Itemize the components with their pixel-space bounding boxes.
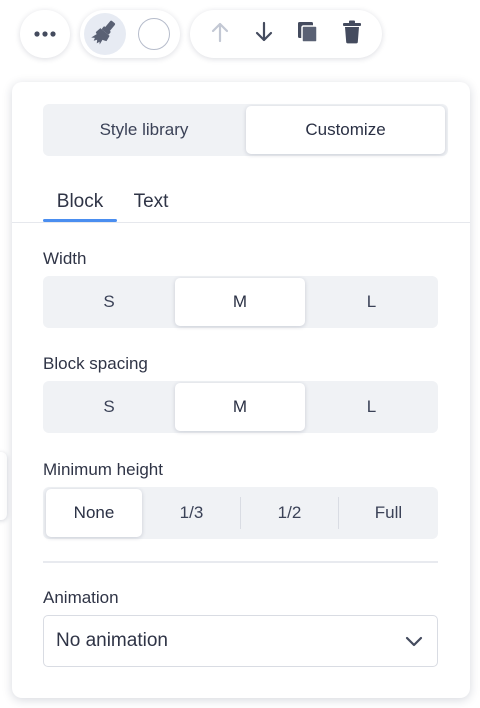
- style-mode-toggle: Style library Customize: [43, 104, 448, 156]
- move-down-button[interactable]: [244, 14, 284, 54]
- more-horizontal-icon: [33, 25, 57, 43]
- animation-select[interactable]: No animation: [43, 615, 438, 667]
- chevron-down-icon: [403, 630, 425, 652]
- minimum-height-option-one-third[interactable]: 1/3: [143, 487, 240, 539]
- minimum-height-option-full[interactable]: Full: [339, 487, 438, 539]
- tab-text[interactable]: Text: [129, 190, 173, 222]
- block-spacing-label: Block spacing: [43, 354, 148, 373]
- side-panel-handle[interactable]: [0, 452, 7, 520]
- block-spacing-option-m[interactable]: M: [175, 383, 305, 431]
- arrow-down-icon: [254, 21, 274, 48]
- tabs-divider: [12, 222, 470, 223]
- animation-select-value: No animation: [56, 630, 168, 651]
- width-option-l[interactable]: L: [305, 276, 438, 328]
- minimum-height-option-half[interactable]: 1/2: [241, 487, 338, 539]
- minimum-height-option-none[interactable]: None: [46, 489, 142, 537]
- section-divider: [43, 561, 438, 563]
- animation-label: Animation: [43, 588, 119, 607]
- delete-button[interactable]: [332, 14, 372, 54]
- minimum-height-label: Minimum height: [43, 460, 163, 479]
- move-up-button[interactable]: [200, 14, 240, 54]
- arrow-up-icon: [210, 21, 230, 48]
- width-option-m[interactable]: M: [175, 278, 305, 326]
- width-label: Width: [43, 249, 87, 268]
- style-panel: Style library Customize Block Text Width…: [12, 82, 470, 698]
- block-spacing-option-s[interactable]: S: [43, 381, 175, 433]
- trash-icon: [342, 20, 362, 49]
- block-spacing-segmented-control: S M L: [43, 381, 438, 433]
- block-spacing-option-l[interactable]: L: [305, 381, 438, 433]
- duplicate-icon: [296, 20, 320, 49]
- more-options-button[interactable]: [20, 10, 70, 58]
- style-toolbar-group: [80, 10, 180, 58]
- style-library-option[interactable]: Style library: [43, 104, 245, 156]
- tab-block[interactable]: Block: [43, 190, 117, 222]
- color-swatch-button[interactable]: [138, 18, 170, 50]
- block-actions-toolbar: [190, 10, 382, 58]
- paintbrush-icon: [91, 18, 119, 51]
- width-segmented-control: S M L: [43, 276, 438, 328]
- duplicate-button[interactable]: [288, 14, 328, 54]
- style-button[interactable]: [84, 13, 126, 55]
- width-option-s[interactable]: S: [43, 276, 175, 328]
- customize-option[interactable]: Customize: [246, 106, 445, 154]
- minimum-height-segmented-control: None 1/3 1/2 Full: [43, 487, 438, 539]
